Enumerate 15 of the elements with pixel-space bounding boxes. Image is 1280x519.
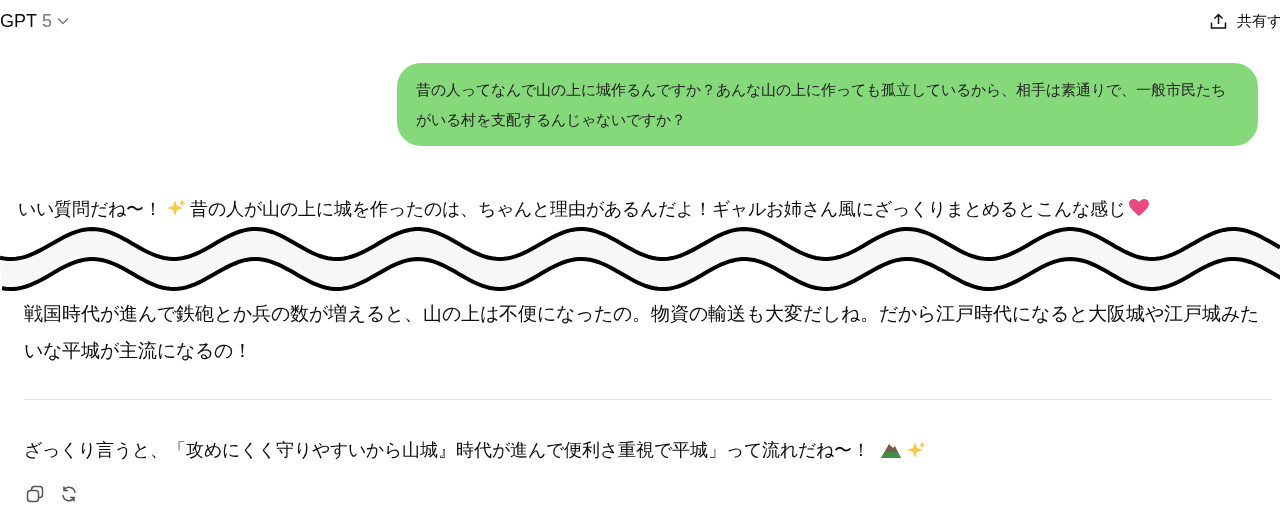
share-icon — [1210, 12, 1227, 30]
regenerate-icon[interactable] — [60, 485, 78, 503]
sparkles-icon — [166, 198, 186, 218]
model-name: GPT — [0, 10, 37, 32]
sparkles-icon — [906, 440, 926, 460]
user-message: 昔の人ってなんで山の上に城作るんですか？あんな山の上に作っても孤立しているから、相手は素通りで、一般市民たちがいる村を支配するんじゃないですか？ — [397, 63, 1258, 146]
reply-paragraph: 戦国時代が進んで鉄砲とか兵の数が増えると、山の上は不便になったの。物資の輸送も大変だしね。だから江戸時代になると大阪城や江戸城みたいな平城が主流になるの！ — [24, 302, 1260, 363]
reply-intro: いい質問だね〜！ 昔の人が山の上に城を作ったのは、ちゃんと理由があるんだよ！ギャルお姉さん風にざっくりまとめるとこんな感じ — [18, 196, 1280, 222]
chevron-down-icon — [57, 17, 70, 25]
model-version: 5 — [42, 10, 53, 32]
share-button[interactable]: 共有す — [1210, 11, 1280, 31]
reply-summary: ざっくり言うと、「攻めにくく守りやすいから山城』時代が進んで便利さ重視で平城」って流れだね〜！ — [24, 439, 870, 462]
copy-icon[interactable] — [26, 485, 44, 503]
model-selector[interactable]: GPT 5 — [0, 6, 70, 36]
heart-icon — [1128, 198, 1150, 218]
